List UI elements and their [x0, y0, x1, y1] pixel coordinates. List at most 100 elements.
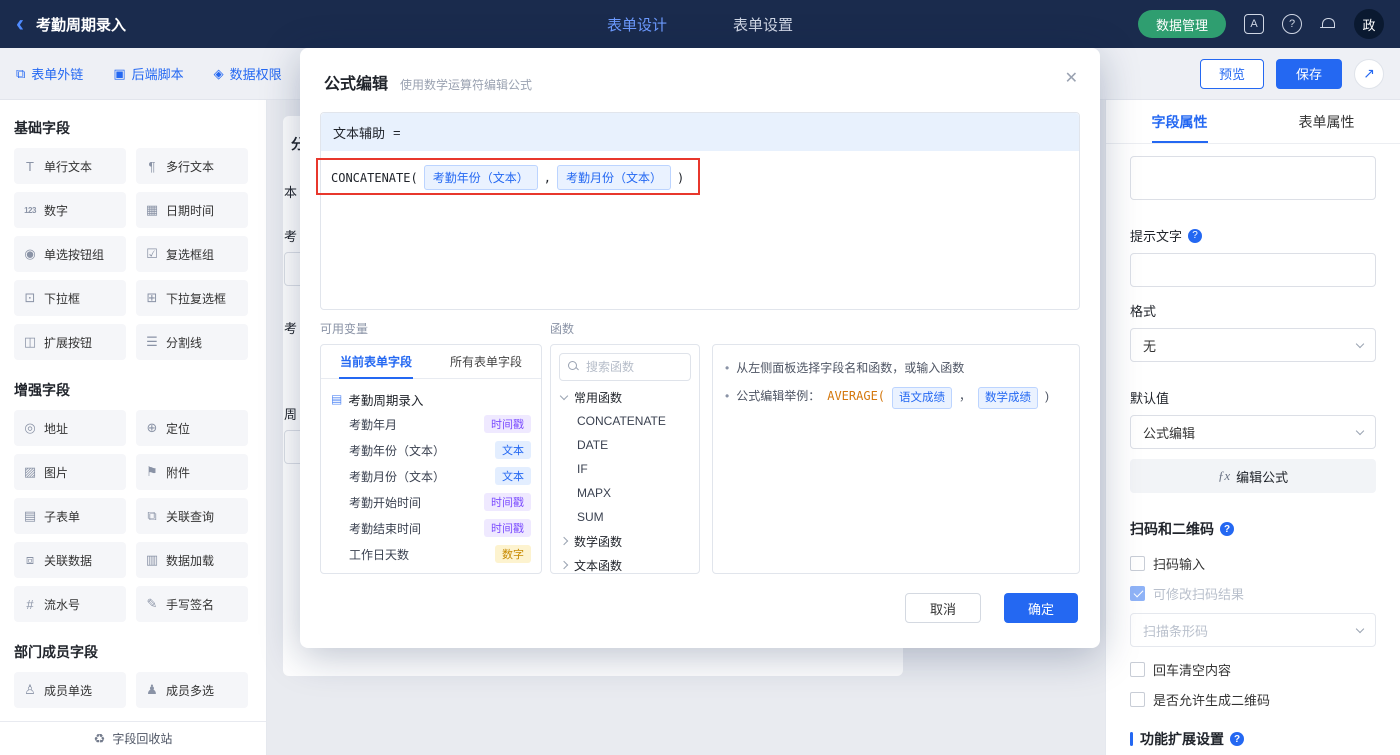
enter-clear-checkbox[interactable]: 回车清空内容 — [1130, 659, 1376, 679]
formula-editor-modal: 公式编辑 使用数学运算符编辑公式 ✕ 文本辅助 = CONCATENATE( 考… — [300, 48, 1100, 648]
tab-all-form-fields[interactable]: 所有表单字段 — [431, 345, 541, 378]
canvas-fragment: 周 — [284, 407, 298, 422]
divider-icon: ☰ — [146, 334, 158, 349]
help-line-2-prefix: 公式编辑举例： — [736, 389, 821, 403]
data-permission-link[interactable]: ◈ 数据权限 — [214, 64, 282, 83]
field-checkbox-group[interactable]: ☑ 复选框组 — [136, 236, 248, 272]
field-multi-line-text[interactable]: ¶ 多行文本 — [136, 148, 248, 184]
field-datetime[interactable]: ▦ 日期时间 — [136, 192, 248, 228]
function-item-if[interactable]: IF — [551, 457, 699, 481]
variable-row[interactable]: 考勤月份（文本） 文本 — [331, 463, 531, 489]
field-member-multi[interactable]: ♟ 成员多选 — [136, 672, 248, 708]
edit-formula-button[interactable]: ƒx 编辑公式 — [1130, 459, 1376, 493]
field-location[interactable]: ⊕ 定位 — [136, 410, 248, 446]
function-item-mapx[interactable]: MAPX — [551, 481, 699, 505]
variable-row[interactable]: 考勤开始时间 时间戳 — [331, 489, 531, 515]
barcode-mode-select[interactable]: 扫描条形码 — [1130, 613, 1376, 647]
field-pill-month[interactable]: 考勤月份（文本） — [556, 165, 671, 190]
tab-form-design[interactable]: 表单设计 — [607, 14, 667, 35]
function-search-input[interactable] — [586, 360, 682, 374]
field-label: 单行文本 — [44, 159, 93, 174]
scan-input-checkbox[interactable]: 扫码输入 — [1130, 553, 1376, 573]
back-chevron-icon[interactable]: ‹ — [16, 12, 24, 36]
hint-text-input[interactable] — [1130, 253, 1376, 287]
serial-number-icon: # — [26, 596, 34, 612]
field-extend-button[interactable]: ◫ 扩展按钮 — [14, 324, 126, 360]
field-linked-data[interactable]: ⧈ 关联数据 — [14, 542, 126, 578]
field-number[interactable]: 123 数字 — [14, 192, 126, 228]
function-group-common[interactable]: 常用函数 — [551, 385, 699, 409]
image-icon: ▨ — [23, 464, 37, 479]
cancel-button[interactable]: 取消 — [904, 593, 981, 623]
confirm-button[interactable]: 确定 — [1003, 593, 1078, 623]
function-group-math[interactable]: 数学函数 — [551, 529, 699, 553]
field-title-input[interactable] — [1130, 156, 1376, 200]
close-icon[interactable]: ✕ — [1065, 68, 1078, 88]
qr-help-icon[interactable]: ? — [1220, 522, 1234, 536]
field-pill-year[interactable]: 考勤年份（文本） — [423, 165, 538, 190]
external-link-icon: ⧉ — [16, 65, 26, 81]
tab-field-properties[interactable]: 字段属性 — [1106, 100, 1253, 143]
allow-qr-checkbox[interactable]: 是否允许生成二维码 — [1130, 689, 1376, 709]
field-member-single[interactable]: ♙ 成员单选 — [14, 672, 126, 708]
field-multi-dropdown[interactable]: ⊞ 下拉复选框 — [136, 280, 248, 316]
field-label: 数字 — [44, 203, 69, 218]
functions-panel: 常用函数 CONCATENATE DATE IF MAPX SUM 数学函数 文… — [550, 344, 700, 574]
field-label: 单选按钮组 — [44, 247, 105, 262]
backend-script-link[interactable]: ▣ 后端脚本 — [113, 64, 183, 83]
variable-row[interactable]: 工作日天数 数字 — [331, 541, 531, 567]
field-recycle-bin[interactable]: ♻ 字段回收站 — [0, 721, 266, 755]
field-attachment[interactable]: ⚑ 附件 — [136, 454, 248, 490]
formula-editor-area[interactable]: CONCATENATE( 考勤年份（文本） , 考勤月份（文本） ) — [316, 151, 1079, 309]
hint-help-icon[interactable]: ? — [1188, 228, 1203, 243]
scan-editable-checkbox[interactable]: 可修改扫码结果 — [1130, 583, 1376, 603]
field-single-line-text[interactable]: T 单行文本 — [14, 148, 126, 184]
field-address[interactable]: ◎ 地址 — [14, 410, 126, 446]
variable-name: 考勤年月 — [349, 417, 398, 432]
field-linked-query[interactable]: ⧉ 关联查询 — [136, 498, 248, 534]
preview-button[interactable]: 预览 — [1199, 58, 1264, 89]
field-subform[interactable]: ▤ 子表单 — [14, 498, 126, 534]
form-external-link[interactable]: ⧉ 表单外链 — [16, 64, 83, 83]
field-serial-number[interactable]: # 流水号 — [14, 586, 126, 622]
checkbox-icon — [1130, 661, 1145, 677]
address-icon: ◎ — [24, 420, 36, 435]
field-signature[interactable]: ✎ 手写签名 — [136, 586, 248, 622]
notification-bell-icon[interactable] — [1320, 17, 1336, 32]
field-divider[interactable]: ☰ 分割线 — [136, 324, 248, 360]
variables-tree-root[interactable]: ▤ 考勤周期录入 — [331, 387, 531, 411]
enhanced-fields-section: 增强字段 ◎ 地址 ⊕ 定位 ▨ 图片 ⚑ 附件 ▤ 子表单 ⧉ 关联查询 ⧈ … — [14, 380, 252, 622]
tab-form-settings[interactable]: 表单设置 — [733, 14, 793, 35]
field-data-load[interactable]: ▥ 数据加载 — [136, 542, 248, 578]
help-icon[interactable]: ? — [1282, 14, 1302, 34]
default-value-select[interactable]: 公式编辑 — [1130, 415, 1376, 449]
scan-editable-label: 可修改扫码结果 — [1153, 586, 1245, 602]
variable-name: 考勤开始时间 — [349, 495, 422, 510]
avatar[interactable]: 政 — [1354, 9, 1384, 39]
data-manage-button[interactable]: 数据管理 — [1137, 10, 1226, 38]
function-item-concatenate[interactable]: CONCATENATE — [551, 409, 699, 433]
field-dropdown[interactable]: ⊡ 下拉框 — [14, 280, 126, 316]
format-select[interactable]: 无 — [1130, 328, 1376, 362]
function-group-text[interactable]: 文本函数 — [551, 553, 699, 573]
field-radio-group[interactable]: ◉ 单选按钮组 — [14, 236, 126, 272]
example-function-token: AVERAGE( — [827, 389, 886, 403]
variable-row[interactable]: 考勤年份（文本） 文本 — [331, 437, 531, 463]
field-image[interactable]: ▨ 图片 — [14, 454, 126, 490]
variable-row[interactable]: 考勤结束时间 时间戳 — [331, 515, 531, 541]
function-item-date[interactable]: DATE — [551, 433, 699, 457]
equals-sign: = — [393, 124, 401, 140]
chevron-down-icon — [1355, 426, 1365, 435]
chevron-down-icon — [1355, 624, 1365, 633]
variable-row[interactable]: 考勤年月 时间戳 — [331, 411, 531, 437]
function-item-sum[interactable]: SUM — [551, 505, 699, 529]
share-button[interactable]: ↗ — [1354, 58, 1384, 89]
field-label: 多行文本 — [166, 159, 215, 174]
save-button[interactable]: 保存 — [1275, 58, 1342, 89]
type-badge: 数字 — [495, 545, 531, 563]
extension-help-icon[interactable]: ? — [1230, 732, 1244, 746]
translate-icon[interactable]: A — [1244, 14, 1264, 34]
tab-form-properties[interactable]: 表单属性 — [1253, 100, 1400, 143]
function-group-label: 文本函数 — [574, 558, 623, 573]
tab-current-form-fields[interactable]: 当前表单字段 — [321, 345, 431, 378]
